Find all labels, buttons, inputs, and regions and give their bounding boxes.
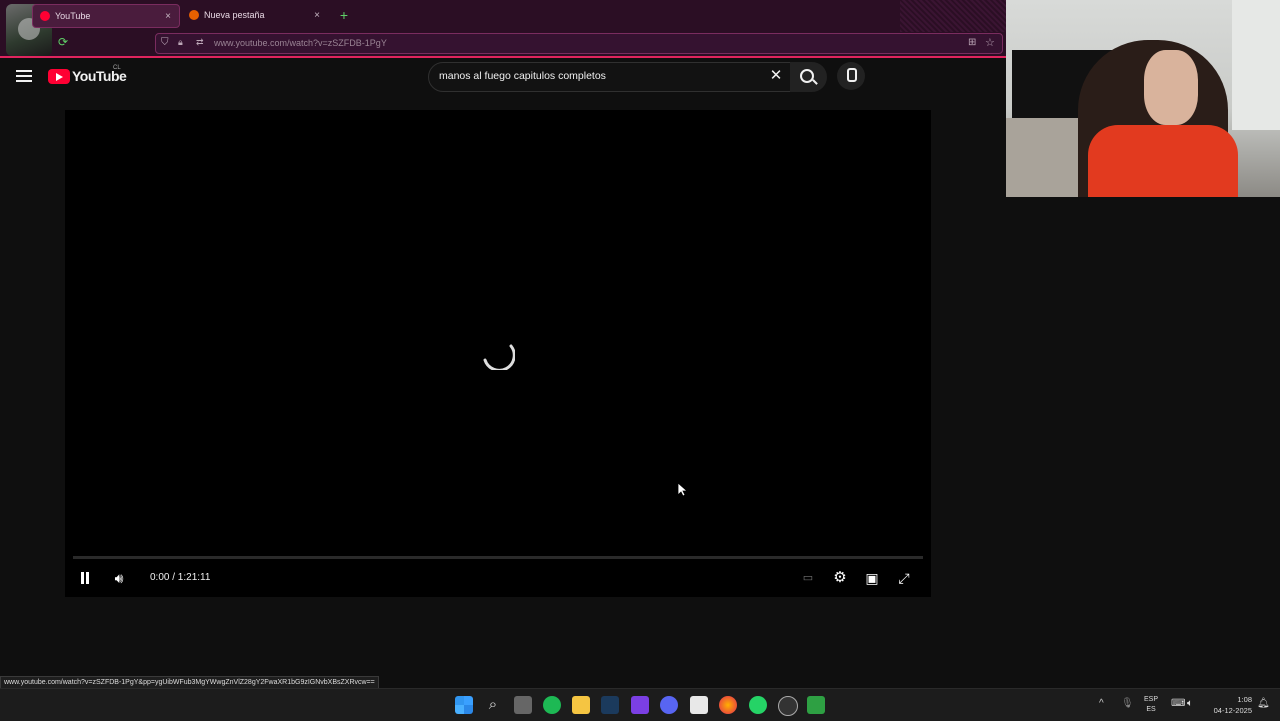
windows-start-icon[interactable] xyxy=(455,696,473,714)
youtube-header: YouTube CL manos al fuego capitulos comp… xyxy=(0,58,1006,98)
tab-label: Nueva pestaña xyxy=(204,10,265,20)
webcam-window xyxy=(1232,0,1280,130)
close-icon[interactable]: × xyxy=(161,11,175,22)
search-box[interactable]: manos al fuego capitulos completos ✕ xyxy=(428,62,792,92)
reload-icon[interactable]: ⟳ xyxy=(58,36,70,48)
language-indicator[interactable]: ESP ES xyxy=(1144,695,1158,715)
search-input[interactable]: manos al fuego capitulos completos xyxy=(439,70,606,82)
time-display: 0:00 / 1:21:11 xyxy=(150,572,211,583)
lock-icon[interactable]: 🔒︎ xyxy=(178,37,188,49)
chrome-decoration xyxy=(900,0,1006,32)
tab-label: YouTube xyxy=(55,11,91,21)
clock-time: 1:08 xyxy=(1237,695,1252,704)
tab-youtube[interactable]: YouTube × xyxy=(32,4,180,28)
search-icon xyxy=(800,69,814,83)
theater-mode-icon[interactable]: ▣ xyxy=(862,568,882,588)
file-explorer-icon[interactable] xyxy=(572,696,590,714)
mouse-cursor-icon xyxy=(678,483,688,497)
obs-icon[interactable] xyxy=(778,696,798,716)
taskbar: ⌕ ^ 🎙︎ ESP ES ⌨ 🔈︎ 1:08 04-12-2025 🔔︎ xyxy=(0,688,1280,721)
hamburger-menu-icon[interactable] xyxy=(16,68,32,82)
webcam-person-face xyxy=(1144,50,1198,125)
steam-icon[interactable] xyxy=(601,696,619,714)
system-clock[interactable]: 1:08 04-12-2025 xyxy=(1206,694,1252,716)
pause-icon[interactable] xyxy=(75,568,95,588)
notification-bell-icon[interactable]: 🔔︎ xyxy=(1257,698,1270,709)
tab-new-tab[interactable]: Nueva pestaña × xyxy=(182,4,328,26)
network-icon[interactable]: ⌨ xyxy=(1171,698,1185,709)
firefox-icon[interactable] xyxy=(719,696,737,714)
youtube-favicon-icon xyxy=(40,11,50,21)
language-code: ESP xyxy=(1144,696,1159,703)
search-button[interactable] xyxy=(790,62,827,92)
subtitles-icon[interactable]: ▭ xyxy=(798,568,818,588)
youtube-play-icon xyxy=(48,68,70,84)
bookmark-star-icon[interactable]: ☆ xyxy=(985,36,997,49)
voice-search-button[interactable] xyxy=(837,62,865,90)
spotify-icon[interactable] xyxy=(543,696,561,714)
discord-icon[interactable] xyxy=(660,696,678,714)
task-view-icon[interactable] xyxy=(514,696,532,714)
microphone-icon xyxy=(847,68,857,82)
new-tab-button[interactable]: + xyxy=(337,6,351,24)
keyboard-layout: ES xyxy=(1146,706,1156,713)
close-icon[interactable]: × xyxy=(310,10,324,21)
firefox-favicon-icon xyxy=(189,10,199,20)
tray-chevron-up-icon[interactable]: ^ xyxy=(1099,698,1104,709)
browser-chrome: YouTube × Nueva pestaña × + ⟳ ⛉ 🔒︎ ⇄ www… xyxy=(0,0,1006,57)
country-code: CL xyxy=(113,65,121,71)
webcam-overlay xyxy=(1006,0,1280,197)
fullscreen-icon[interactable]: ⤢ xyxy=(894,568,914,588)
green-app-icon[interactable] xyxy=(807,696,825,714)
url-text[interactable]: www.youtube.com/watch?v=zSZFDB-1PgY xyxy=(214,38,387,48)
settings-gear-icon[interactable]: ⚙ xyxy=(830,568,850,588)
clear-search-icon[interactable]: ✕ xyxy=(769,68,783,83)
install-icon[interactable]: ⊞ xyxy=(968,37,980,49)
whatsapp-icon[interactable] xyxy=(749,696,767,714)
permissions-icon[interactable]: ⇄ xyxy=(196,37,208,49)
webcam-person-shirt xyxy=(1088,125,1238,197)
progress-bar[interactable] xyxy=(73,556,923,559)
address-bar[interactable]: ⛉ 🔒︎ ⇄ www.youtube.com/watch?v=zSZFDB-1P… xyxy=(155,33,1003,54)
search-taskbar-icon[interactable]: ⌕ xyxy=(484,696,502,714)
volume-icon[interactable]: 🔊︎ xyxy=(109,568,129,588)
shield-icon[interactable]: ⛉ xyxy=(161,37,171,49)
clock-date: 04-12-2025 xyxy=(1213,706,1252,715)
clipchamp-icon[interactable] xyxy=(631,696,649,714)
video-player[interactable]: 🔊︎ 0:00 / 1:21:11 ▭ ⚙ ▣ ⤢ xyxy=(65,110,931,597)
loading-spinner-icon xyxy=(483,344,515,370)
tray-microphone-icon[interactable]: 🎙︎ xyxy=(1121,698,1134,709)
speaker-icon[interactable]: 🔈︎ xyxy=(1187,698,1193,709)
stack-app-icon[interactable] xyxy=(690,696,708,714)
